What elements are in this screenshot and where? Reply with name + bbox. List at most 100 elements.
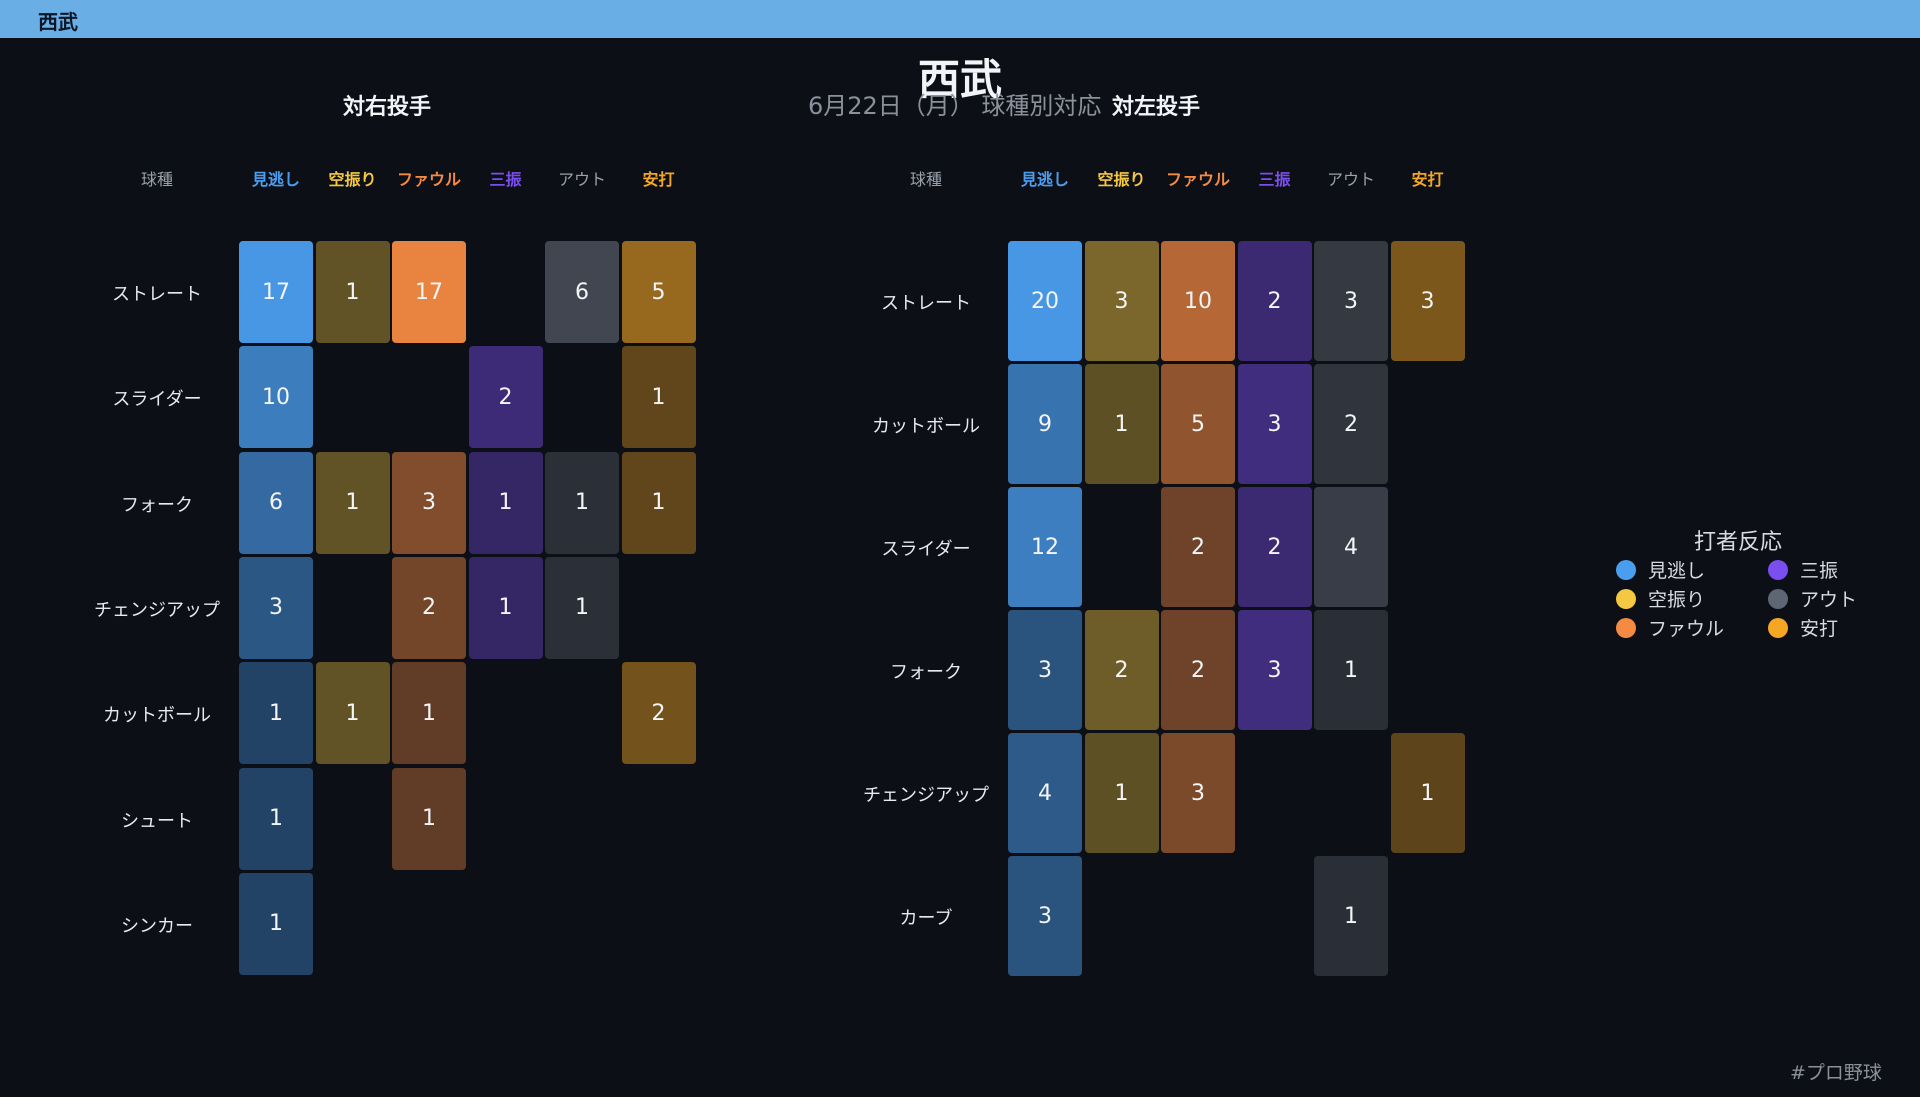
heatmap-cell: 17	[239, 241, 313, 343]
cell-value: 2	[422, 595, 436, 621]
cell-value: 10	[1184, 288, 1212, 314]
column-header: 空振り	[328, 170, 377, 189]
legend-dot-icon	[1768, 559, 1788, 580]
heatmap-cell: 2	[468, 346, 543, 449]
legend-dot-icon	[1616, 617, 1636, 638]
cell-value: 4	[1344, 534, 1358, 560]
cell-value: 20	[1031, 288, 1059, 314]
row-label: カットボール	[872, 416, 980, 437]
cell-value: 3	[422, 490, 436, 516]
cell-value: 1	[269, 700, 283, 726]
cell-value: 2	[1191, 534, 1205, 560]
legend-label: 安打	[1800, 618, 1839, 640]
heatmap-cell: 6	[545, 241, 619, 343]
cell-value: 3	[1114, 288, 1129, 314]
legend-label: アウト	[1800, 589, 1858, 611]
legend-item: アウト	[1768, 585, 1857, 612]
cell-value: 3	[1267, 657, 1282, 683]
heatmap-cell: 2	[1161, 610, 1235, 730]
heatmap-cell: 2	[621, 662, 696, 765]
title-bar: 西武	[0, 0, 1920, 38]
legend-label: 三振	[1800, 560, 1839, 582]
cell-value: 1	[345, 700, 360, 726]
cell-value: 3	[1038, 903, 1052, 929]
column-header: 安打	[642, 170, 675, 189]
heatmap-cell: 10	[239, 346, 313, 449]
heatmap-cell: 1	[1314, 610, 1388, 730]
row-label: チェンジアップ	[94, 599, 220, 621]
cell-value: 1	[651, 490, 666, 516]
heatmap-cell: 3	[1314, 241, 1388, 361]
heatmap-cell: 1	[468, 556, 543, 659]
heatmap-cell: 1	[621, 451, 696, 554]
column-header: 安打	[1411, 170, 1444, 189]
heatmap-cell: 3	[239, 556, 313, 659]
cell-value: 5	[651, 279, 666, 305]
cell-value: 6	[575, 279, 589, 305]
legend-label: ファウル	[1648, 618, 1725, 640]
cell-value: 5	[1191, 411, 1205, 437]
heatmap-cell: 17	[392, 241, 466, 343]
column-header: 三振	[489, 170, 522, 189]
heatmap-cell: 4	[1008, 733, 1082, 853]
heatmap-cell: 2	[392, 556, 466, 659]
heatmap-cell: 2	[1237, 487, 1312, 607]
cell-value: 1	[575, 490, 589, 516]
heatmap-cell: 1	[315, 241, 390, 343]
heatmap-cell: 2	[1084, 610, 1159, 730]
heatmap-cell: 5	[1161, 364, 1235, 484]
heatmap-cell: 1	[239, 767, 313, 870]
cell-value: 6	[269, 490, 283, 516]
column-header: アウト	[1326, 170, 1375, 189]
heatmap-cell: 2	[1314, 364, 1388, 484]
column-header: ファウル	[396, 170, 461, 189]
cell-value: 1	[269, 911, 283, 937]
cell-value: 1	[345, 279, 360, 305]
legend-item: 安打	[1768, 614, 1838, 641]
cell-value: 2	[1191, 657, 1205, 683]
legend-dot-icon	[1616, 588, 1636, 609]
heatmap-cell: 1	[545, 556, 619, 659]
column-header: アウト	[557, 170, 606, 189]
heatmap-cell: 1	[468, 451, 543, 554]
row-label: シュート	[121, 810, 193, 832]
legend-item: 空振り	[1616, 585, 1705, 612]
heatmap-cell: 1	[545, 451, 619, 554]
cell-value: 1	[1344, 903, 1358, 929]
column-header: ファウル	[1165, 170, 1230, 189]
row-label: スライダー	[112, 389, 202, 411]
heatmap-cell: 2	[1237, 241, 1312, 361]
column-header: 見逃し	[251, 170, 300, 189]
cell-value: 3	[1038, 657, 1052, 683]
cell-value: 2	[1114, 657, 1129, 683]
cell-value: 10	[262, 384, 290, 410]
panel-title: 対左投手	[1111, 95, 1200, 120]
cell-value: 3	[1420, 288, 1435, 314]
heatmap-cell: 3	[1008, 610, 1082, 730]
cell-value: 1	[498, 490, 513, 516]
cell-value: 3	[1267, 411, 1282, 437]
cell-value: 1	[1114, 780, 1129, 806]
legend-dot-icon	[1768, 588, 1788, 609]
heatmap-cell: 4	[1314, 487, 1388, 607]
heatmap-cell: 3	[1237, 610, 1312, 730]
heatmap-cell: 1	[315, 451, 390, 554]
row-label: チェンジアップ	[863, 785, 989, 806]
row-label: フォーク	[121, 494, 193, 516]
legend-title: 打者反応	[1694, 530, 1783, 555]
row-label: ストレート	[112, 284, 202, 305]
row-label: シンカー	[121, 915, 193, 937]
heatmap-cell: 9	[1008, 364, 1082, 484]
heatmap-cell: 20	[1008, 241, 1082, 361]
panel-title: 対右投手	[342, 95, 431, 120]
legend-item: 三振	[1768, 556, 1838, 583]
cell-value: 3	[269, 595, 283, 621]
row-label: カーブ	[899, 908, 953, 929]
heatmap-cell: 3	[1390, 241, 1465, 361]
heatmap-cell: 1	[1084, 364, 1159, 484]
cell-value: 1	[345, 490, 360, 516]
row-label: スライダー	[881, 539, 971, 560]
heatmap-cell: 12	[1008, 487, 1082, 607]
heatmap-cell: 3	[1084, 241, 1159, 361]
heatmap-cell: 3	[1161, 733, 1235, 853]
